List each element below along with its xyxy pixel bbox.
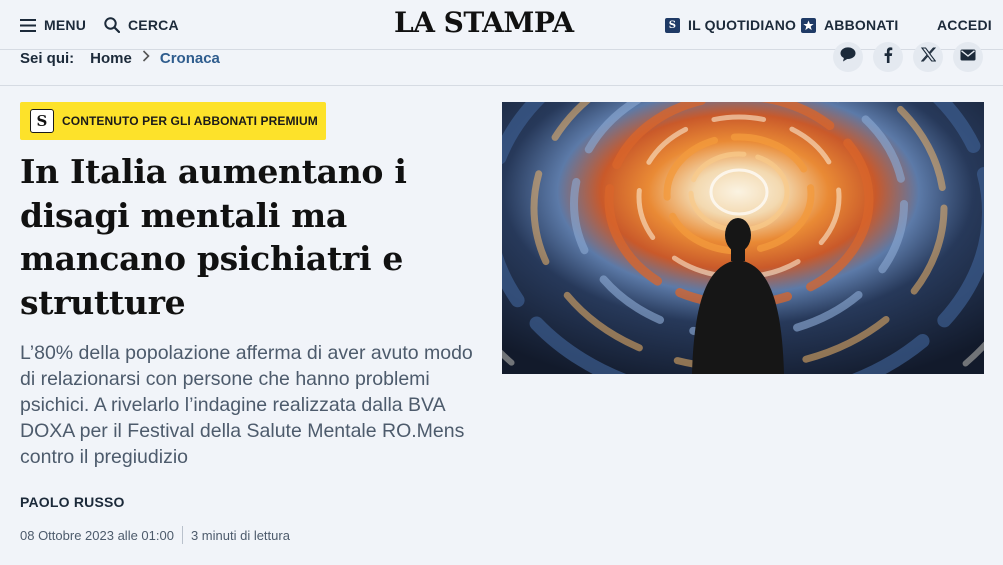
swirl-illustration [502, 102, 984, 374]
menu-label: MENU [44, 17, 87, 33]
email-button[interactable] [953, 42, 983, 72]
reading-time: 3 minuti di lettura [190, 527, 290, 543]
x-button[interactable] [913, 42, 943, 72]
share-buttons [833, 42, 983, 72]
s-premium-icon: S [30, 109, 54, 133]
abbonati-label: ABBONATI [824, 17, 899, 33]
x-icon [920, 47, 936, 67]
article-summary: L’80% della popolazione afferma di aver … [20, 342, 473, 468]
chevron-right-icon [142, 49, 150, 67]
quotidiano-label: IL QUOTIDIANO [688, 17, 797, 33]
search-icon [104, 17, 120, 33]
meta-divider [181, 526, 183, 544]
site-logo[interactable]: LA STAMPA [394, 6, 574, 39]
facebook-button[interactable] [873, 42, 903, 72]
breadcrumb-item-cronaca[interactable]: Cronaca [160, 50, 220, 67]
search-button[interactable]: CERCA [104, 0, 179, 50]
article-meta: 08 Ottobre 2023 alle 01:00 3 minuti di l… [20, 526, 290, 544]
facebook-icon [883, 46, 893, 68]
hamburger-icon [20, 18, 36, 32]
premium-badge[interactable]: S CONTENUTO PER GLI ABBONATI PREMIUM [20, 102, 326, 140]
article-title: In Italia aumentano i disagi mentali ma … [20, 152, 407, 322]
menu-button[interactable]: MENU [20, 0, 86, 50]
article-date: 08 Ottobre 2023 alle 01:00 [20, 527, 174, 543]
s-square-icon: S [665, 17, 680, 33]
hero-image [502, 102, 984, 374]
comment-icon [840, 47, 856, 67]
quotidiano-button[interactable]: S IL QUOTIDIANO [665, 0, 796, 50]
comment-button[interactable] [833, 42, 863, 72]
article-author[interactable]: PAOLO RUSSO [20, 494, 125, 510]
email-icon [960, 48, 976, 66]
premium-badge-label: CONTENUTO PER GLI ABBONATI PREMIUM [62, 114, 318, 128]
breadcrumb-prefix: Sei qui: [20, 49, 75, 67]
star-square-icon [801, 17, 816, 33]
search-label: CERCA [128, 17, 179, 33]
breadcrumb-item-home[interactable]: Home [90, 50, 132, 67]
breadcrumb-bar: Sei qui: Home Cronaca [0, 42, 1003, 86]
breadcrumb: Sei qui: Home Cronaca [20, 49, 220, 67]
